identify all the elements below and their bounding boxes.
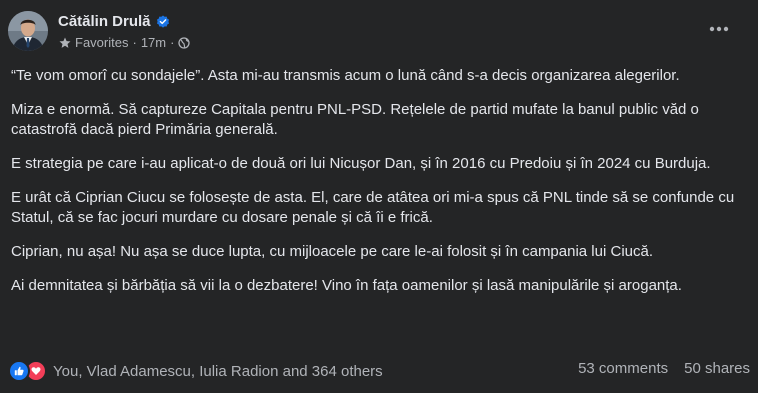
author-name[interactable]: Cătălin Drulă bbox=[58, 13, 170, 30]
verified-badge-icon bbox=[156, 15, 169, 28]
post-paragraph: Ai demnitatea și bărbăția să vii la o de… bbox=[11, 277, 682, 294]
reactions-summary[interactable]: You, Vlad Adamescu, Iulia Radion and 364… bbox=[8, 360, 383, 382]
post-paragraph: E strategia pe care i-au aplicat-o de do… bbox=[11, 155, 711, 172]
reactions-text[interactable]: You, Vlad Adamescu, Iulia Radion and 364… bbox=[53, 363, 383, 380]
author-name-text[interactable]: Cătălin Drulă bbox=[58, 13, 151, 30]
avatar-image bbox=[8, 11, 48, 51]
post-meta: Favorites · 17m · bbox=[59, 35, 191, 50]
more-options-button[interactable] bbox=[701, 13, 737, 45]
shares-count[interactable]: 50 shares bbox=[684, 360, 750, 377]
facebook-post: Cătălin Drulă Favorites · 17m · “Te vom … bbox=[0, 0, 758, 393]
globe-icon bbox=[178, 36, 191, 49]
audience-label[interactable]: Favorites bbox=[75, 35, 128, 50]
author-avatar[interactable] bbox=[8, 11, 48, 51]
meta-separator: · bbox=[132, 35, 137, 50]
post-body: “Te vom omorî cu sondajele”. Asta mi-au … bbox=[11, 66, 746, 310]
post-paragraph: E urât că Ciprian Ciucu se folosește de … bbox=[11, 189, 735, 226]
meta-separator: · bbox=[170, 35, 175, 50]
comments-count[interactable]: 53 comments bbox=[578, 360, 668, 377]
star-icon bbox=[59, 37, 71, 48]
post-paragraph: Miza e enormă. Să captureze Capitala pen… bbox=[11, 101, 699, 138]
more-options-icon bbox=[709, 26, 729, 32]
like-reaction-icon bbox=[8, 360, 30, 382]
post-time[interactable]: 17m bbox=[141, 35, 166, 50]
post-paragraph: “Te vom omorî cu sondajele”. Asta mi-au … bbox=[11, 67, 680, 84]
post-footer: You, Vlad Adamescu, Iulia Radion and 364… bbox=[8, 358, 750, 382]
post-paragraph: Ciprian, nu așa! Nu așa se duce lupta, c… bbox=[11, 243, 653, 260]
engagement-counts: 53 comments 50 shares bbox=[578, 360, 750, 377]
